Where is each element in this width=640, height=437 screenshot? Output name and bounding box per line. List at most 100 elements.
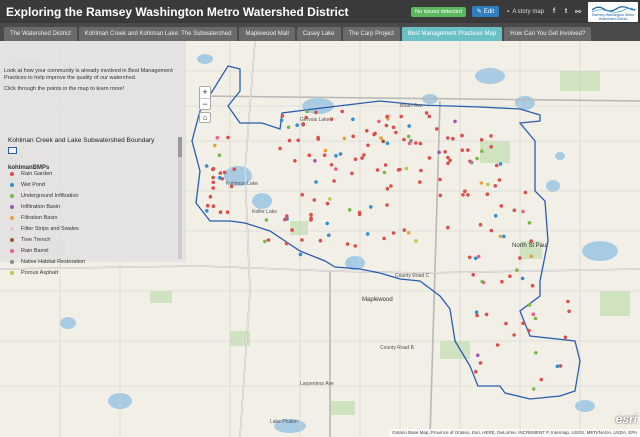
bmp-point[interactable] [316, 137, 321, 141]
bmp-point[interactable] [325, 221, 330, 226]
scroll-thumb[interactable] [178, 137, 182, 157]
bmp-point[interactable] [278, 146, 282, 151]
bmp-point[interactable] [407, 124, 412, 128]
bmp-point[interactable] [381, 139, 386, 144]
tab-casey-lake[interactable]: Casey Lake [296, 27, 341, 41]
bmp-point[interactable] [404, 166, 409, 171]
bmp-point[interactable] [338, 152, 343, 156]
bmp-point[interactable] [385, 186, 390, 191]
bmp-point[interactable] [460, 148, 465, 152]
bmp-point[interactable] [406, 231, 411, 235]
bmp-point[interactable] [489, 228, 494, 233]
bmp-point[interactable] [494, 163, 499, 168]
zoom-in-button[interactable]: + [200, 87, 210, 98]
map-attribution[interactable]: Ontario Base Map, Province of Ontario, E… [389, 429, 640, 437]
bmp-point[interactable] [563, 335, 568, 340]
bmp-point[interactable] [222, 170, 227, 175]
facebook-icon[interactable]: f [550, 8, 558, 16]
bmp-point[interactable] [461, 193, 465, 197]
bmp-point[interactable] [474, 310, 479, 315]
bmp-point[interactable] [443, 150, 447, 154]
bmp-point[interactable] [558, 364, 563, 368]
bmp-point[interactable] [312, 198, 317, 202]
bmp-point[interactable] [215, 136, 220, 140]
bmp-point[interactable] [489, 134, 493, 138]
bmp-point[interactable] [365, 232, 370, 236]
bmp-point[interactable] [508, 274, 512, 278]
bmp-point[interactable] [362, 153, 366, 157]
bmp-point[interactable] [279, 118, 284, 123]
bmp-point[interactable] [211, 186, 215, 190]
edit-button[interactable]: ✎ Edit [471, 6, 500, 17]
bmp-point[interactable] [383, 163, 388, 167]
bmp-point[interactable] [329, 163, 334, 167]
bmp-point[interactable] [208, 194, 213, 199]
bmp-point[interactable] [484, 312, 489, 317]
bmp-point[interactable] [489, 145, 494, 149]
bmp-point[interactable] [382, 170, 387, 175]
bmp-point[interactable] [497, 178, 502, 182]
bmp-point[interactable] [518, 256, 522, 260]
bmp-point[interactable] [290, 228, 294, 232]
bmp-point[interactable] [385, 114, 389, 119]
bmp-point[interactable] [211, 204, 216, 208]
bmp-point[interactable] [264, 218, 269, 222]
bmp-point[interactable] [493, 214, 498, 218]
bmp-point[interactable] [394, 130, 398, 135]
bmp-point[interactable] [418, 180, 422, 184]
bmp-point[interactable] [322, 153, 327, 157]
bmp-point[interactable] [466, 148, 470, 152]
bmp-point[interactable] [424, 111, 429, 115]
bmp-point[interactable] [473, 256, 478, 261]
bmp-point[interactable] [375, 168, 380, 172]
bmp-point[interactable] [232, 167, 237, 172]
bmp-point[interactable] [345, 242, 350, 246]
bmp-point[interactable] [211, 180, 216, 185]
bmp-point[interactable] [218, 171, 223, 175]
bmp-point[interactable] [205, 203, 210, 208]
bmp-point[interactable] [323, 148, 328, 153]
bmp-point[interactable] [567, 309, 571, 314]
bmp-point[interactable] [266, 238, 271, 242]
bmp-point[interactable] [466, 193, 470, 197]
bmp-point[interactable] [305, 109, 309, 114]
bmp-point[interactable] [211, 167, 215, 172]
bmp-point[interactable] [225, 210, 230, 214]
bmp-point[interactable] [353, 244, 358, 248]
bmp-point[interactable] [391, 125, 396, 130]
bmp-point[interactable] [493, 184, 498, 188]
bmp-point[interactable] [284, 241, 289, 246]
bmp-point[interactable] [204, 164, 209, 168]
bmp-point[interactable] [300, 238, 304, 242]
link-icon[interactable]: ⚯ [574, 8, 582, 16]
bmp-point[interactable] [309, 216, 313, 220]
bmp-point[interactable] [398, 167, 402, 172]
bmp-point[interactable] [475, 156, 479, 161]
bmp-point[interactable] [379, 136, 383, 140]
bmp-point[interactable] [325, 201, 330, 206]
bmp-point[interactable] [495, 343, 500, 347]
bmp-point[interactable] [318, 238, 323, 243]
bmp-point[interactable] [357, 212, 362, 216]
bmp-point[interactable] [353, 157, 358, 161]
bmp-point[interactable] [527, 328, 531, 333]
bmp-point[interactable] [512, 333, 516, 337]
bmp-point[interactable] [534, 351, 538, 355]
bmp-point[interactable] [406, 134, 411, 139]
bmp-point[interactable] [469, 160, 474, 165]
bmp-point[interactable] [463, 189, 467, 193]
bmp-point[interactable] [480, 279, 485, 284]
bmp-point[interactable] [351, 134, 356, 139]
bmp-point[interactable] [566, 299, 570, 304]
bmp-point[interactable] [313, 159, 317, 163]
bmp-point[interactable] [427, 114, 432, 119]
bmp-point[interactable] [531, 387, 536, 391]
bmp-point[interactable] [283, 217, 287, 222]
tab-maplewood-mall[interactable]: Maplewood Mall [239, 27, 295, 41]
bmp-point[interactable] [402, 137, 406, 142]
legend-scrollbar[interactable] [178, 137, 182, 259]
bmp-point[interactable] [523, 190, 528, 195]
bmp-point[interactable] [217, 153, 222, 157]
bmp-point[interactable] [402, 228, 407, 232]
bmp-point[interactable] [351, 117, 355, 122]
